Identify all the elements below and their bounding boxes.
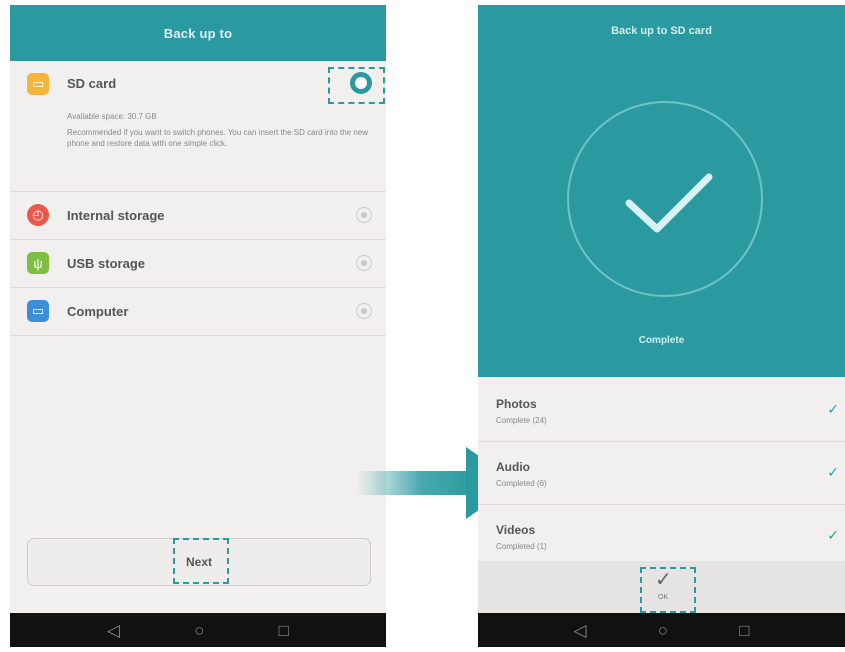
option-internal-storage[interactable]: ◴ Internal storage — [10, 191, 386, 239]
highlight-done-button — [640, 567, 696, 613]
highlight-next-button — [173, 538, 229, 584]
recents-icon[interactable]: □ — [739, 622, 749, 639]
page-title: Back up to SD card — [611, 25, 712, 37]
page-title: Back up to — [10, 5, 386, 61]
sd-description: Recommended if you want to switch phones… — [67, 128, 369, 148]
option-usb-storage[interactable]: ψ USB storage — [10, 239, 386, 287]
list-item[interactable]: Photos Complete (24) ✓ — [478, 379, 845, 442]
success-circle — [567, 101, 763, 297]
radio-unselected[interactable] — [356, 303, 372, 319]
back-icon[interactable]: ◁ — [107, 622, 120, 639]
option-label: Internal storage — [67, 208, 165, 223]
recents-icon[interactable]: □ — [279, 622, 289, 639]
result-status: Completed (6) — [496, 479, 547, 488]
highlight-selected-radio — [328, 67, 385, 104]
sd-available-space: Available space: 30.7 GB — [67, 112, 157, 121]
system-nav-bar: ◁ ○ □ — [10, 613, 386, 647]
check-icon: ✓ — [827, 527, 839, 543]
phone-screen-backup-location: Back up to ▭ SD card Available space: 30… — [10, 5, 386, 647]
result-status: Completed (1) — [496, 542, 547, 551]
checkmark-icon — [625, 173, 713, 233]
option-label: SD card — [67, 76, 117, 91]
result-title: Videos — [496, 523, 536, 537]
status-text: Complete — [638, 335, 685, 346]
computer-icon: ▭ — [27, 300, 49, 322]
internal-storage-icon: ◴ — [27, 204, 49, 226]
option-label: USB storage — [67, 256, 146, 271]
result-status: Complete (24) — [496, 416, 547, 425]
list-item[interactable]: Audio Completed (6) ✓ — [478, 442, 845, 505]
result-title: Audio — [496, 460, 530, 474]
list-item[interactable]: Videos Completed (1) ✓ — [478, 505, 845, 568]
check-icon: ✓ — [827, 464, 839, 480]
result-header: Back up to SD card Complete — [478, 5, 845, 377]
result-title: Photos — [496, 397, 537, 411]
radio-unselected[interactable] — [356, 255, 372, 271]
back-icon[interactable]: ◁ — [574, 622, 587, 639]
home-icon[interactable]: ○ — [194, 622, 204, 639]
radio-unselected[interactable] — [356, 207, 372, 223]
option-computer[interactable]: ▭ Computer — [10, 287, 386, 335]
usb-icon: ψ — [27, 252, 49, 274]
option-label: Computer — [67, 304, 129, 319]
check-icon: ✓ — [827, 401, 839, 417]
phone-screen-backup-complete: Back up to SD card Complete Photos Compl… — [478, 5, 845, 647]
system-nav-bar: ◁ ○ □ — [478, 613, 845, 647]
divider — [10, 335, 386, 336]
sd-card-icon: ▭ — [27, 73, 49, 95]
home-icon[interactable]: ○ — [658, 622, 668, 639]
